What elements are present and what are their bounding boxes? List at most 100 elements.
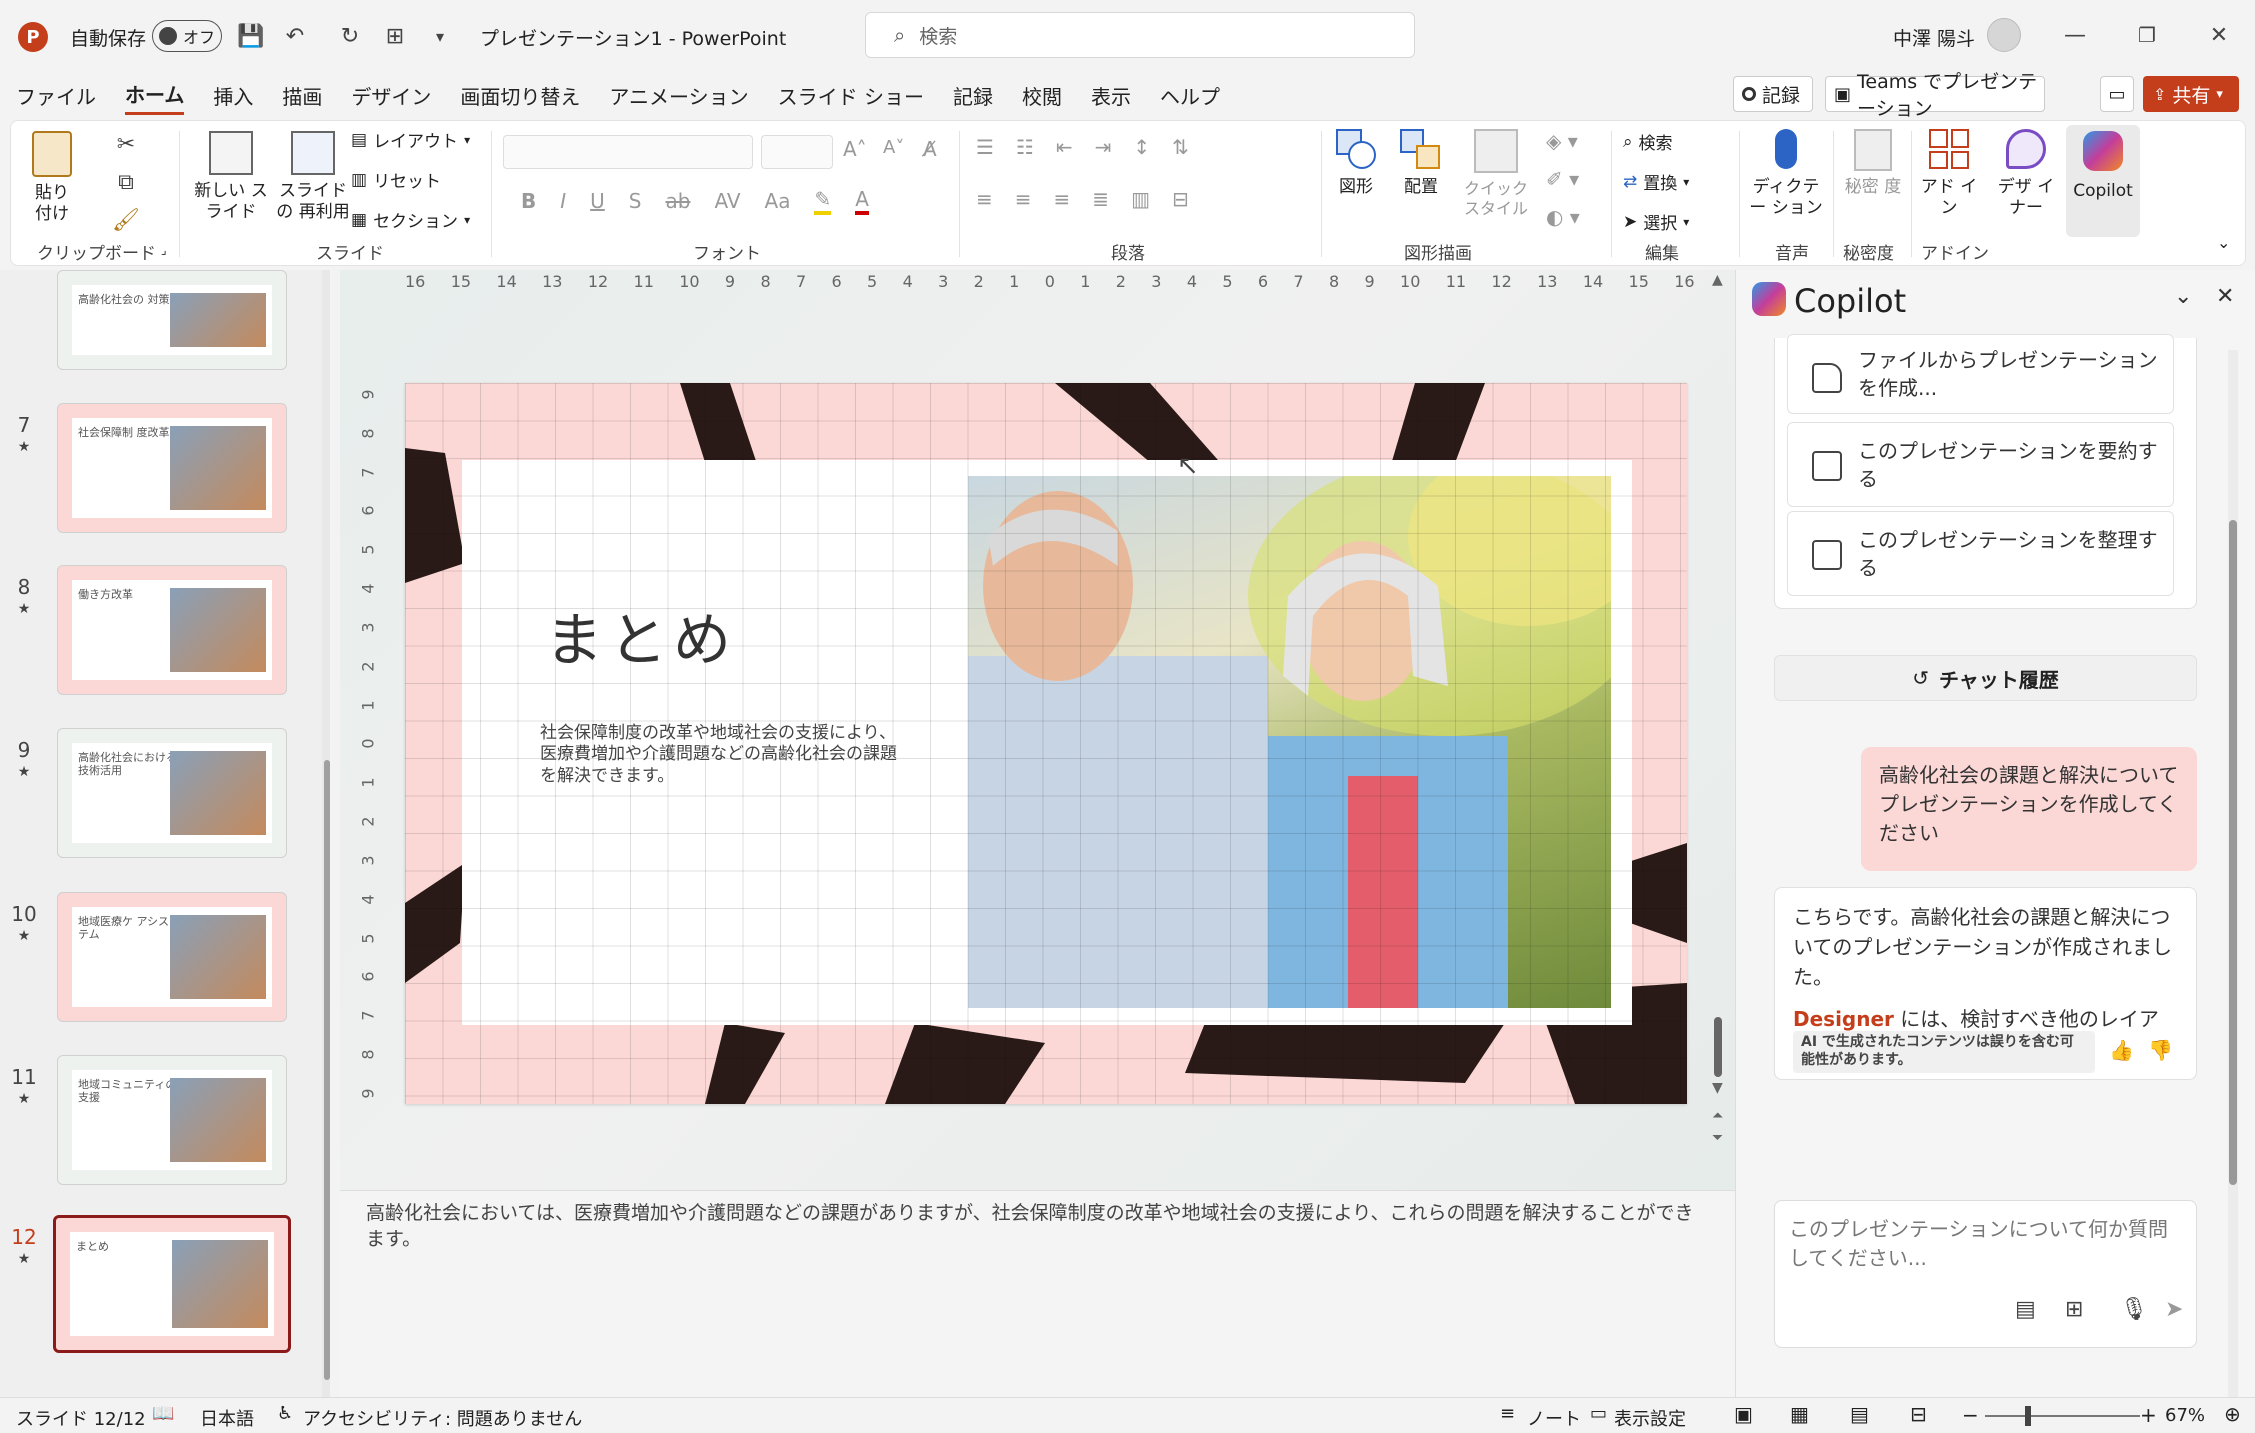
speaker-notes-text[interactable]: 高齢化社会においては、医療費増加や介護問題などの課題がありますが、社会保障制度の…	[366, 1201, 1706, 1252]
next-slide-icon[interactable]: ⏷	[1712, 1130, 1723, 1146]
shadow-button[interactable]: S	[629, 189, 642, 213]
suggestion-summarize[interactable]: このプレゼンテーションを要約する	[1787, 422, 2174, 507]
previous-slide-icon[interactable]: ⏶	[1712, 1108, 1723, 1124]
find-button[interactable]: ⌕ 検索	[1623, 129, 1673, 155]
zoom-in-icon[interactable]: +	[2140, 1403, 2157, 1427]
slide-thumbnail[interactable]: 地域医療ケ アシステム	[57, 892, 287, 1022]
justify-icon[interactable]: ≣	[1092, 187, 1109, 211]
close-icon[interactable]: ✕	[2204, 20, 2234, 50]
close-icon[interactable]: ✕	[2216, 284, 2234, 309]
menu-tab[interactable]: ファイル	[16, 77, 96, 114]
menu-tab[interactable]: スライド ショー	[778, 77, 924, 114]
prompt-guide-icon[interactable]: ▤	[2015, 1297, 2036, 1322]
font-name-input[interactable]	[503, 135, 753, 169]
new-slide-button[interactable]: 新しい スライド	[191, 131, 271, 224]
addins-button[interactable]: アド イン	[1919, 129, 1979, 220]
text-direction-icon[interactable]: ⇅	[1172, 135, 1189, 159]
slide-thumbnail[interactable]: 地域コミュニティの 支援	[57, 1055, 287, 1185]
display-settings[interactable]: 表示設定	[1614, 1405, 1686, 1431]
align-text-icon[interactable]: ⊟	[1172, 187, 1189, 211]
increase-indent-icon[interactable]: ⇥	[1095, 135, 1112, 159]
customize-qat-icon[interactable]: ▾	[425, 21, 455, 51]
shape-effects-icon[interactable]: ◐ ▾	[1546, 205, 1580, 229]
format-painter-icon[interactable]: 🖌	[111, 205, 141, 235]
present-icon[interactable]: ⊞	[380, 21, 410, 51]
change-case-button[interactable]: Aa	[765, 189, 791, 213]
reading-view-icon[interactable]: ▤	[1850, 1402, 1869, 1426]
menu-tab[interactable]: 校閲	[1022, 77, 1062, 114]
reset-button[interactable]: ▥ リセット	[351, 167, 441, 193]
undo-icon[interactable]: ↶	[280, 21, 310, 51]
bold-button[interactable]: B	[521, 189, 536, 213]
layout-button[interactable]: ▤ レイアウト ▾	[351, 127, 470, 153]
numbering-icon[interactable]: ☷	[1016, 135, 1034, 159]
font-size-input[interactable]	[761, 135, 833, 169]
columns-icon[interactable]: ▥	[1131, 187, 1150, 211]
slide-body-text[interactable]: 社会保障制度の改革や地域社会の支援により、医療費増加や介護問題などの高齢化社会の…	[540, 723, 900, 787]
char-spacing-button[interactable]: AV	[714, 189, 740, 213]
replace-button[interactable]: ⇄ 置換 ▾	[1623, 169, 1689, 195]
send-icon[interactable]: ➤	[2165, 1297, 2183, 1322]
attach-icon[interactable]: ⊞	[2065, 1297, 2083, 1322]
underline-button[interactable]: U	[590, 189, 605, 213]
zoom-slider-thumb[interactable]	[2025, 1406, 2031, 1426]
line-spacing-icon[interactable]: ↕	[1133, 135, 1150, 159]
share-button[interactable]: ⇪ 共有 ▾	[2143, 76, 2239, 112]
strikethrough-button[interactable]: ab	[666, 189, 691, 213]
dictate-button[interactable]: ディクテー ション	[1746, 129, 1826, 220]
highlight-icon[interactable]: ✎	[814, 187, 832, 215]
section-button[interactable]: ▦ セクション ▾	[351, 207, 470, 233]
fit-to-window-icon[interactable]: ⊕	[2224, 1402, 2241, 1426]
menu-tab[interactable]: 描画	[282, 77, 322, 114]
decrease-font-icon[interactable]: A˅	[883, 137, 904, 158]
menu-tab[interactable]: 表示	[1091, 77, 1131, 114]
arrange-button[interactable]: 配置	[1391, 129, 1451, 198]
minimize-icon[interactable]: —	[2060, 20, 2090, 50]
increase-font-icon[interactable]: A˄	[843, 137, 867, 161]
senior-couple-photo[interactable]	[968, 476, 1611, 1008]
redo-icon[interactable]: ↻	[335, 21, 365, 51]
notes-icon[interactable]: ≡	[1500, 1403, 1515, 1424]
slide[interactable]: まとめ 社会保障制度の改革や地域社会の支援により、医療費増加や介護問題などの高齢…	[405, 383, 1687, 1104]
slide-thumbnail[interactable]: まとめ	[53, 1215, 291, 1353]
accessibility-icon[interactable]: ♿	[277, 1403, 293, 1424]
thumb-scrollbar-thumb[interactable]	[324, 760, 330, 1380]
chevron-down-icon[interactable]: ⌄	[2174, 284, 2192, 309]
zoom-level[interactable]: 67%	[2165, 1405, 2205, 1426]
slide-title[interactable]: まとめ	[545, 593, 737, 677]
search-box[interactable]: ⌕ 検索	[865, 12, 1415, 58]
slideshow-icon[interactable]: ⊟	[1910, 1402, 1927, 1426]
menu-tab[interactable]: アニメーション	[609, 77, 748, 114]
autosave-toggle[interactable]: オフ	[152, 20, 222, 52]
shape-outline-icon[interactable]: ✐ ▾	[1546, 167, 1579, 191]
shape-fill-icon[interactable]: ◈ ▾	[1546, 129, 1578, 153]
clear-format-icon[interactable]: A̸	[923, 137, 937, 161]
scrollbar-thumb[interactable]	[1714, 1017, 1722, 1077]
thumbs-down-icon[interactable]: 👎	[2148, 1038, 2173, 1062]
select-button[interactable]: ➤ 選択 ▾	[1623, 209, 1689, 235]
scroll-up-icon[interactable]: ▲	[1712, 272, 1723, 288]
cut-icon[interactable]: ✂	[111, 129, 141, 159]
copilot-input[interactable]: このプレゼンテーションについて何か質問してください... ▤ ⊞ 🎙 ➤	[1774, 1200, 2197, 1348]
normal-view-icon[interactable]: ▣	[1734, 1402, 1753, 1426]
menu-tab[interactable]: 画面切り替え	[460, 77, 580, 114]
slide-thumbnail[interactable]: 高齢化社会における 技術活用	[57, 728, 287, 858]
slide-thumbnail[interactable]: 社会保障制 度改革	[57, 403, 287, 533]
slide-thumbnail[interactable]: 働き方改革	[57, 565, 287, 695]
align-center-icon[interactable]: ≡	[1015, 187, 1032, 211]
reuse-slides-button[interactable]: スライドの 再利用	[273, 131, 353, 224]
align-right-icon[interactable]: ≡	[1054, 187, 1071, 211]
sensitivity-button[interactable]: 秘密 度	[1843, 129, 1903, 198]
quick-style-button[interactable]: クイック スタイル	[1456, 129, 1536, 219]
accessibility-status[interactable]: アクセシビリティ: 問題ありません	[303, 1405, 582, 1431]
comments-button[interactable]: ▭	[2100, 76, 2134, 112]
scroll-down-icon[interactable]: ▼	[1712, 1080, 1723, 1096]
teams-present-button[interactable]: ▣ Teams でプレゼンテーション	[1825, 71, 2045, 120]
copy-icon[interactable]: ⧉	[111, 167, 141, 197]
bullets-icon[interactable]: ☰	[976, 135, 994, 159]
font-color-icon[interactable]: A	[855, 187, 869, 215]
italic-button[interactable]: I	[560, 189, 566, 213]
zoom-out-icon[interactable]: −	[1962, 1403, 1979, 1427]
notes-pane[interactable]: 高齢化社会においては、医療費増加や介護問題などの課題がありますが、社会保障制度の…	[340, 1190, 1735, 1397]
zoom-slider[interactable]	[1985, 1415, 2140, 1417]
